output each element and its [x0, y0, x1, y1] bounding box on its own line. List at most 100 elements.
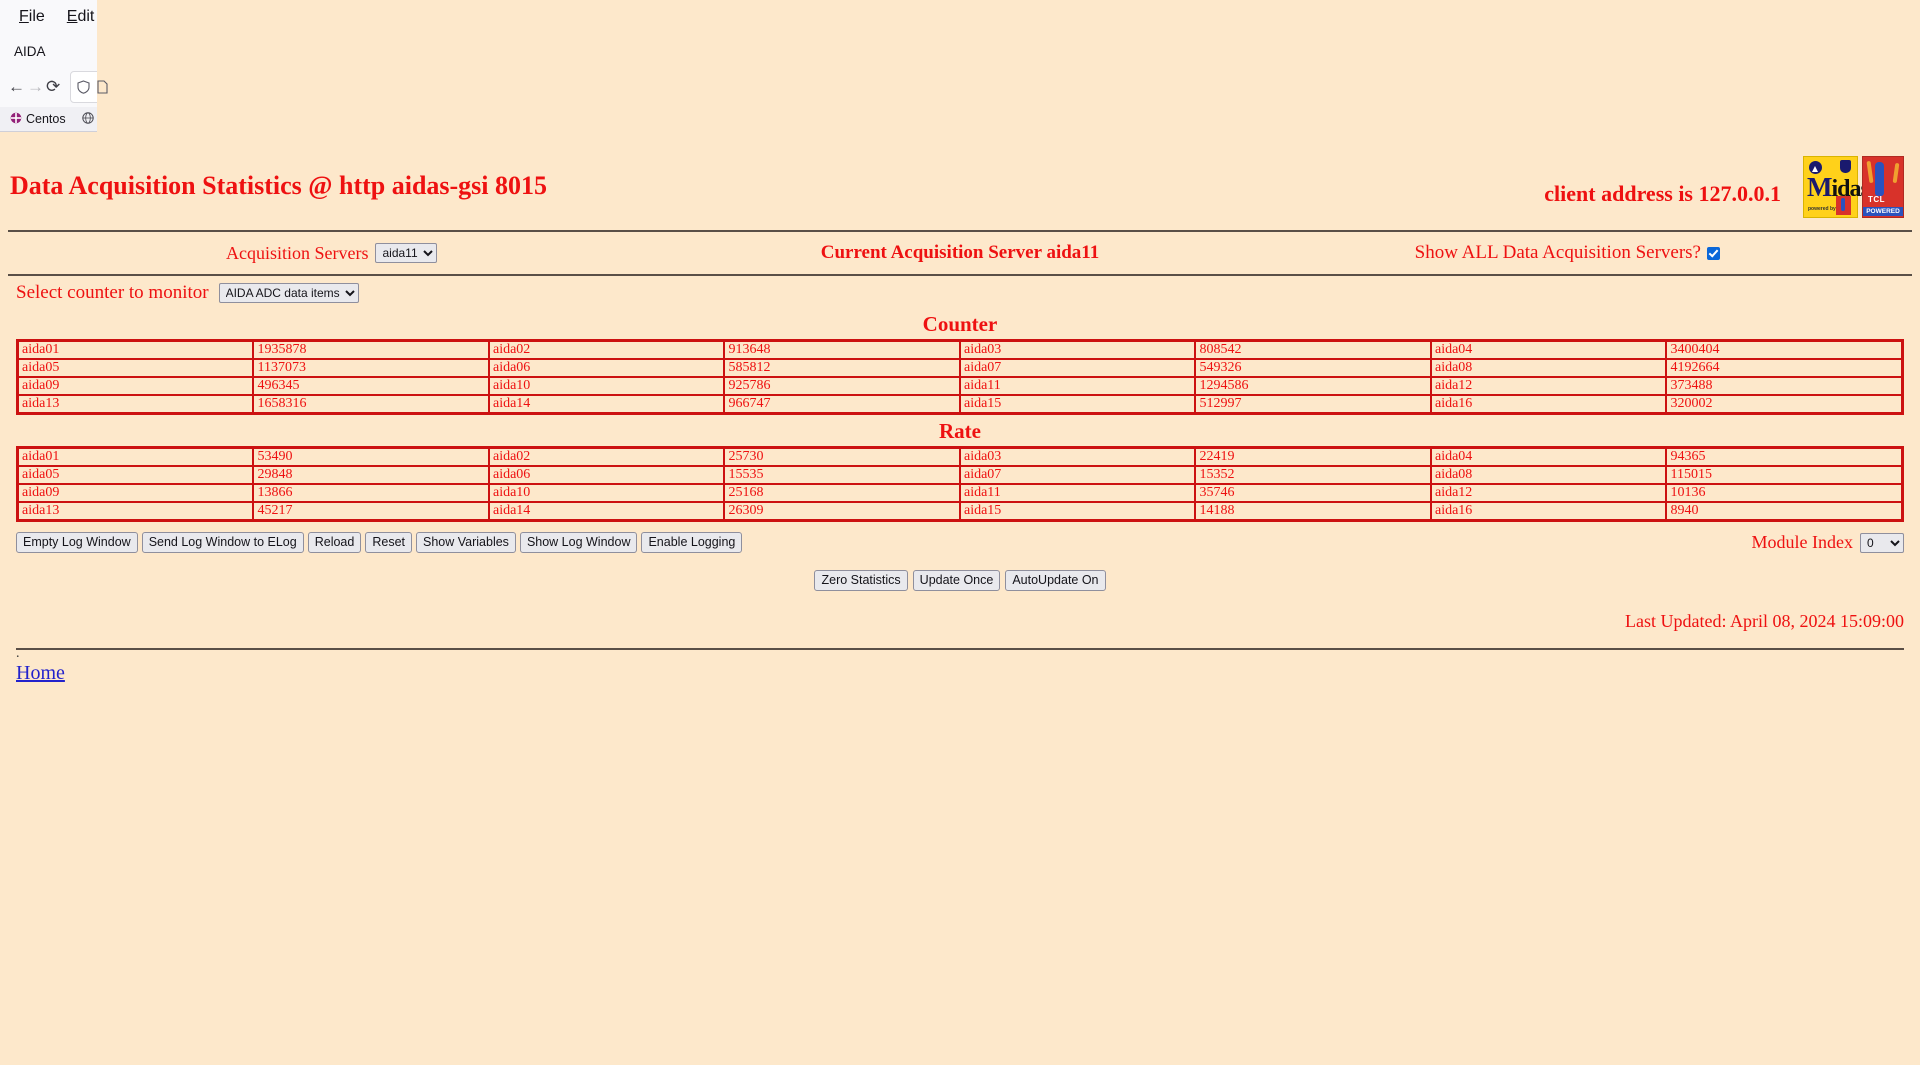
table-row: aida05 29848 aida06 15535 aida07 15352 aida08 1… [16, 465, 1904, 485]
module-index-label: Module Index [1751, 532, 1853, 552]
url-bar[interactable]: localhost:8015/DataAcquisitionControl/Da… [70, 0, 1920, 554]
node-value-cell: 320002 [1665, 394, 1904, 415]
node-name-cell: aida05 [16, 465, 255, 485]
node-name-cell: aida13 [16, 394, 255, 415]
client-address: client address is 127.0.0.1 [1544, 181, 1781, 206]
home-link[interactable]: Home [16, 662, 65, 684]
bookmark-label: Centos [26, 112, 66, 126]
table-row: aida13 1658316 aida14 966747 aida15 512997 aid… [16, 394, 1904, 415]
node-value-cell: 1935878 [252, 339, 490, 360]
log-action-button[interactable]: Empty Log Window [16, 532, 138, 553]
node-value-cell: 8940 [1665, 501, 1904, 522]
log-action-button[interactable]: Reset [365, 532, 412, 553]
node-value-cell: 585812 [723, 358, 961, 378]
browser-window: File Edit View History Bookmarks Tools H… [0, 0, 1920, 554]
node-name-cell: aida08 [1429, 358, 1668, 378]
node-value-cell: 29848 [252, 465, 490, 485]
bookmark-item[interactable]: Centos [10, 112, 66, 127]
node-value-cell: 1658316 [252, 394, 490, 415]
globe-icon [81, 111, 94, 127]
node-value-cell: 512997 [1194, 394, 1432, 415]
rate-table: aida01 53490 aida02 25730 aida03 22419 aida04 9… [16, 446, 1904, 522]
node-name-cell: aida02 [487, 446, 726, 467]
node-name-cell: aida11 [958, 483, 1197, 503]
page-content: Data Acquisition Statistics @ http aidas… [0, 132, 1920, 1065]
table-row: aida09 13866 aida10 25168 aida11 35746 aida12 1… [16, 483, 1904, 503]
node-name-cell: aida08 [1429, 465, 1668, 485]
node-value-cell: 3400404 [1665, 339, 1904, 360]
node-name-cell: aida10 [487, 483, 726, 503]
node-value-cell: 45217 [252, 501, 490, 522]
node-name-cell: aida03 [958, 339, 1197, 360]
node-value-cell: 549326 [1194, 358, 1432, 378]
stats-action-button[interactable]: Update Once [912, 570, 1001, 591]
node-value-cell: 115015 [1665, 465, 1904, 485]
midas-powered-text: powered by [1808, 206, 1836, 212]
log-button-row: Empty Log Window Send Log Window to ELog R… [8, 522, 1912, 553]
navigation-toolbar: ← → ⟳ localhost:8015/DataAcquisitionCont… [0, 0, 1920, 554]
tcl-feather-left-icon [1866, 160, 1874, 184]
module-index-select[interactable]: 0 [1860, 532, 1904, 553]
footer-bullet: . [16, 646, 20, 661]
node-name-cell: aida14 [487, 501, 726, 522]
node-name-cell: aida10 [487, 376, 726, 396]
node-value-cell: 53490 [252, 446, 490, 467]
table-row: aida01 1935878 aida02 913648 aida03 808542 aid… [16, 339, 1904, 360]
header-right: client address is 127.0.0.1 Midas powere… [1544, 152, 1912, 218]
servers-row: Acquisition Servers aida11 Current Acqui… [8, 232, 1912, 274]
node-name-cell: aida04 [1429, 446, 1668, 467]
log-action-button[interactable]: Reload [307, 532, 362, 553]
node-name-cell: aida13 [16, 501, 255, 522]
module-index-group: Module Index 0 [1752, 532, 1904, 553]
table-row: aida09 496345 aida10 925786 aida11 1294586 aid… [16, 376, 1904, 396]
page-header: Data Acquisition Statistics @ http aidas… [8, 132, 1912, 218]
node-name-cell: aida05 [16, 358, 255, 378]
node-name-cell: aida09 [16, 376, 255, 396]
acquisition-servers-select[interactable]: aida11 [375, 243, 438, 263]
rate-table-title: Rate [939, 419, 981, 443]
node-name-cell: aida12 [1429, 483, 1668, 503]
log-action-button[interactable]: Send Log Window to ELog [141, 532, 304, 553]
node-value-cell: 25168 [723, 483, 961, 503]
node-value-cell: 26309 [723, 501, 961, 522]
stats-action-button[interactable]: Zero Statistics [814, 570, 908, 591]
node-name-cell: aida14 [487, 394, 726, 415]
forward-icon[interactable]: → [27, 71, 44, 103]
node-value-cell: 10136 [1665, 483, 1904, 503]
show-all-servers-group: Show ALL Data Acquisition Servers? [1415, 242, 1720, 264]
tcl-feather-icon [1875, 162, 1884, 196]
node-value-cell: 1137073 [252, 358, 490, 378]
tcl-powered-text: POWERED [1863, 207, 1903, 216]
log-action-button[interactable]: Enable Logging [641, 532, 743, 553]
show-all-servers-checkbox[interactable] [1707, 246, 1720, 260]
acquisition-servers-group: Acquisition Servers aida11 [226, 243, 438, 264]
back-icon[interactable]: ← [8, 71, 25, 103]
node-name-cell: aida11 [958, 376, 1197, 396]
node-name-cell: aida16 [1429, 394, 1668, 415]
show-all-servers-label: Show ALL Data Acquisition Servers? [1414, 242, 1701, 263]
node-value-cell: 15535 [723, 465, 961, 485]
counter-table: aida01 1935878 aida02 913648 aida03 808542 aid… [16, 339, 1904, 415]
center-button-row: Zero Statistics Update Once AutoUpdate On [8, 553, 1912, 591]
reload-icon[interactable]: ⟳ [46, 71, 60, 103]
node-value-cell: 925786 [723, 376, 961, 396]
node-name-cell: aida15 [958, 394, 1197, 415]
node-value-cell: 4192664 [1665, 358, 1904, 378]
select-counter-dropdown[interactable]: AIDA ADC data items [218, 283, 359, 303]
node-name-cell: aida07 [958, 465, 1197, 485]
tcl-wordmark: TCL [1868, 195, 1886, 204]
log-action-button[interactable]: Show Log Window [519, 532, 638, 553]
node-value-cell: 14188 [1194, 501, 1432, 522]
logo-group: Midas powered by TCL POWERED [1803, 152, 1904, 218]
select-counter-row: Select counter to monitor AIDA ADC data … [8, 276, 1912, 308]
home-link-wrap: Home [8, 658, 1912, 685]
node-value-cell: 25730 [723, 446, 961, 467]
node-name-cell: aida04 [1429, 339, 1668, 360]
log-action-button[interactable]: Show Variables [416, 532, 516, 553]
stats-action-button[interactable]: AutoUpdate On [1005, 570, 1106, 591]
page-title: Data Acquisition Statistics @ http aidas… [10, 171, 548, 200]
node-name-cell: aida15 [958, 501, 1197, 522]
node-name-cell: aida02 [487, 339, 726, 360]
menu-file[interactable]: File [8, 4, 56, 30]
node-value-cell: 913648 [723, 339, 961, 360]
